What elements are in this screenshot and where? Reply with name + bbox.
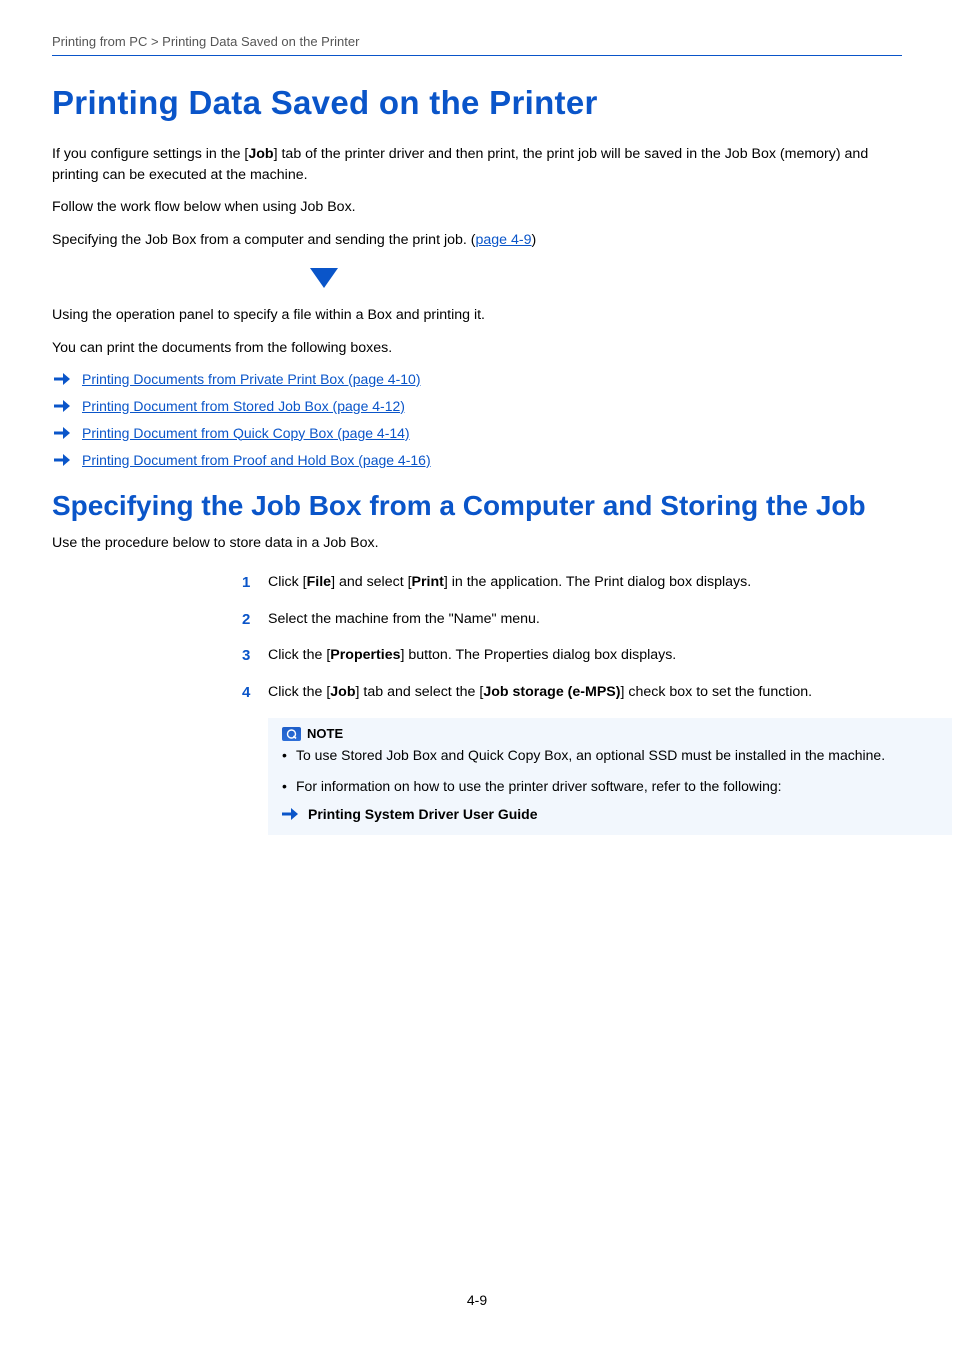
job-storage-keyword: Job storage (e-MPS) (483, 684, 620, 700)
link-quick-copy-box[interactable]: Printing Document from Quick Copy Box (p… (82, 425, 410, 441)
note-block: NOTE To use Stored Job Box and Quick Cop… (268, 718, 952, 835)
section-heading: Specifying the Job Box from a Computer a… (52, 490, 902, 522)
text: ] button. The Properties dialog box disp… (400, 647, 676, 663)
arrow-right-icon (54, 454, 70, 466)
note-title: NOTE (307, 726, 343, 741)
properties-keyword: Properties (330, 647, 400, 663)
page-title: Printing Data Saved on the Printer (52, 84, 902, 122)
step-number: 4 (242, 682, 250, 704)
text: ] in the application. The Print dialog b… (444, 574, 751, 590)
intro-paragraph-1: If you configure settings in the [Job] t… (52, 144, 902, 185)
file-keyword: File (307, 574, 331, 590)
note-list: To use Stored Job Box and Quick Copy Box… (282, 745, 938, 796)
arrow-right-icon (54, 427, 70, 439)
step-list: 1 Click [File] and select [Print] in the… (242, 572, 902, 702)
text: Select the machine from the "Name" menu. (268, 611, 540, 627)
text: Click the [ (268, 647, 330, 663)
job-keyword: Job (330, 684, 355, 700)
list-item: Printing Document from Quick Copy Box (p… (52, 425, 902, 443)
intro-paragraph-4: Using the operation panel to specify a f… (52, 305, 902, 326)
step-1: 1 Click [File] and select [Print] in the… (242, 572, 902, 593)
job-keyword: Job (248, 146, 273, 162)
text: ) (532, 232, 537, 248)
arrow-right-icon (282, 808, 298, 820)
note-item: For information on how to use the printe… (282, 776, 938, 796)
reference-text: Printing System Driver User Guide (308, 806, 538, 822)
list-item: Printing Document from Proof and Hold Bo… (52, 452, 902, 470)
text: Click [ (268, 574, 307, 590)
link-private-print-box[interactable]: Printing Documents from Private Print Bo… (82, 371, 420, 387)
box-link-list: Printing Documents from Private Print Bo… (52, 371, 902, 470)
page-ref-link[interactable]: page 4-9 (476, 232, 532, 248)
step-2: 2 Select the machine from the "Name" men… (242, 609, 902, 630)
intro-paragraph-2: Follow the work flow below when using Jo… (52, 197, 902, 218)
text: If you configure settings in the [ (52, 146, 248, 162)
intro-paragraph-5: You can print the documents from the fol… (52, 338, 902, 359)
header-divider (52, 55, 902, 56)
breadcrumb: Printing from PC > Printing Data Saved o… (52, 34, 902, 49)
note-reference: Printing System Driver User Guide (282, 806, 938, 822)
intro-paragraph-3: Specifying the Job Box from a computer a… (52, 230, 902, 251)
note-item: To use Stored Job Box and Quick Copy Box… (282, 745, 938, 765)
note-header: NOTE (282, 726, 938, 741)
note-icon (282, 727, 301, 741)
text: ] and select [ (331, 574, 411, 590)
step-number: 3 (242, 645, 250, 667)
step-4: 4 Click the [Job] tab and select the [Jo… (242, 682, 902, 703)
step-number: 1 (242, 572, 250, 594)
step-number: 2 (242, 609, 250, 631)
flow-arrow-container (52, 262, 902, 305)
list-item: Printing Documents from Private Print Bo… (52, 371, 902, 389)
flow-down-arrow-icon (310, 268, 338, 288)
text: Click the [ (268, 684, 330, 700)
section-body: Use the procedure below to store data in… (52, 533, 902, 554)
link-proof-and-hold-box[interactable]: Printing Document from Proof and Hold Bo… (82, 452, 431, 468)
arrow-right-icon (54, 400, 70, 412)
text: ] check box to set the function. (620, 684, 812, 700)
list-item: Printing Document from Stored Job Box (p… (52, 398, 902, 416)
step-3: 3 Click the [Properties] button. The Pro… (242, 645, 902, 666)
link-stored-job-box[interactable]: Printing Document from Stored Job Box (p… (82, 398, 405, 414)
arrow-right-icon (54, 373, 70, 385)
print-keyword: Print (412, 574, 444, 590)
text: Specifying the Job Box from a computer a… (52, 232, 476, 248)
page-number: 4-9 (0, 1292, 954, 1308)
text: ] tab and select the [ (356, 684, 484, 700)
